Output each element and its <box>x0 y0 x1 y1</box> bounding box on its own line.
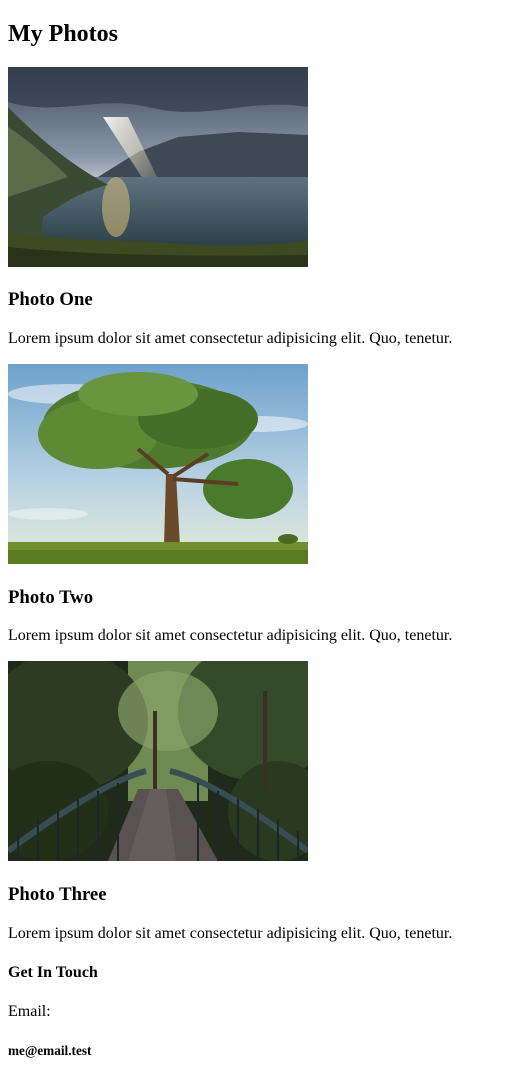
page-title: My Photos <box>8 21 118 47</box>
photo-three-caption: Lorem ipsum dolor sit amet consectetur a… <box>8 925 453 942</box>
photo-three-title: Photo Three <box>8 884 107 905</box>
email-address: me@email.test <box>8 1043 92 1058</box>
photo-one-image <box>8 67 308 267</box>
email-label: Email: <box>8 1003 51 1020</box>
photo-two-title: Photo Two <box>8 587 94 608</box>
photo-one-title: Photo One <box>8 289 93 310</box>
photo-two-image <box>8 364 308 564</box>
photo-three-image <box>8 661 308 861</box>
photo-two-caption: Lorem ipsum dolor sit amet consectetur a… <box>8 627 453 644</box>
contact-heading: Get In Touch <box>8 964 98 981</box>
photo-one-caption: Lorem ipsum dolor sit amet consectetur a… <box>8 330 453 347</box>
